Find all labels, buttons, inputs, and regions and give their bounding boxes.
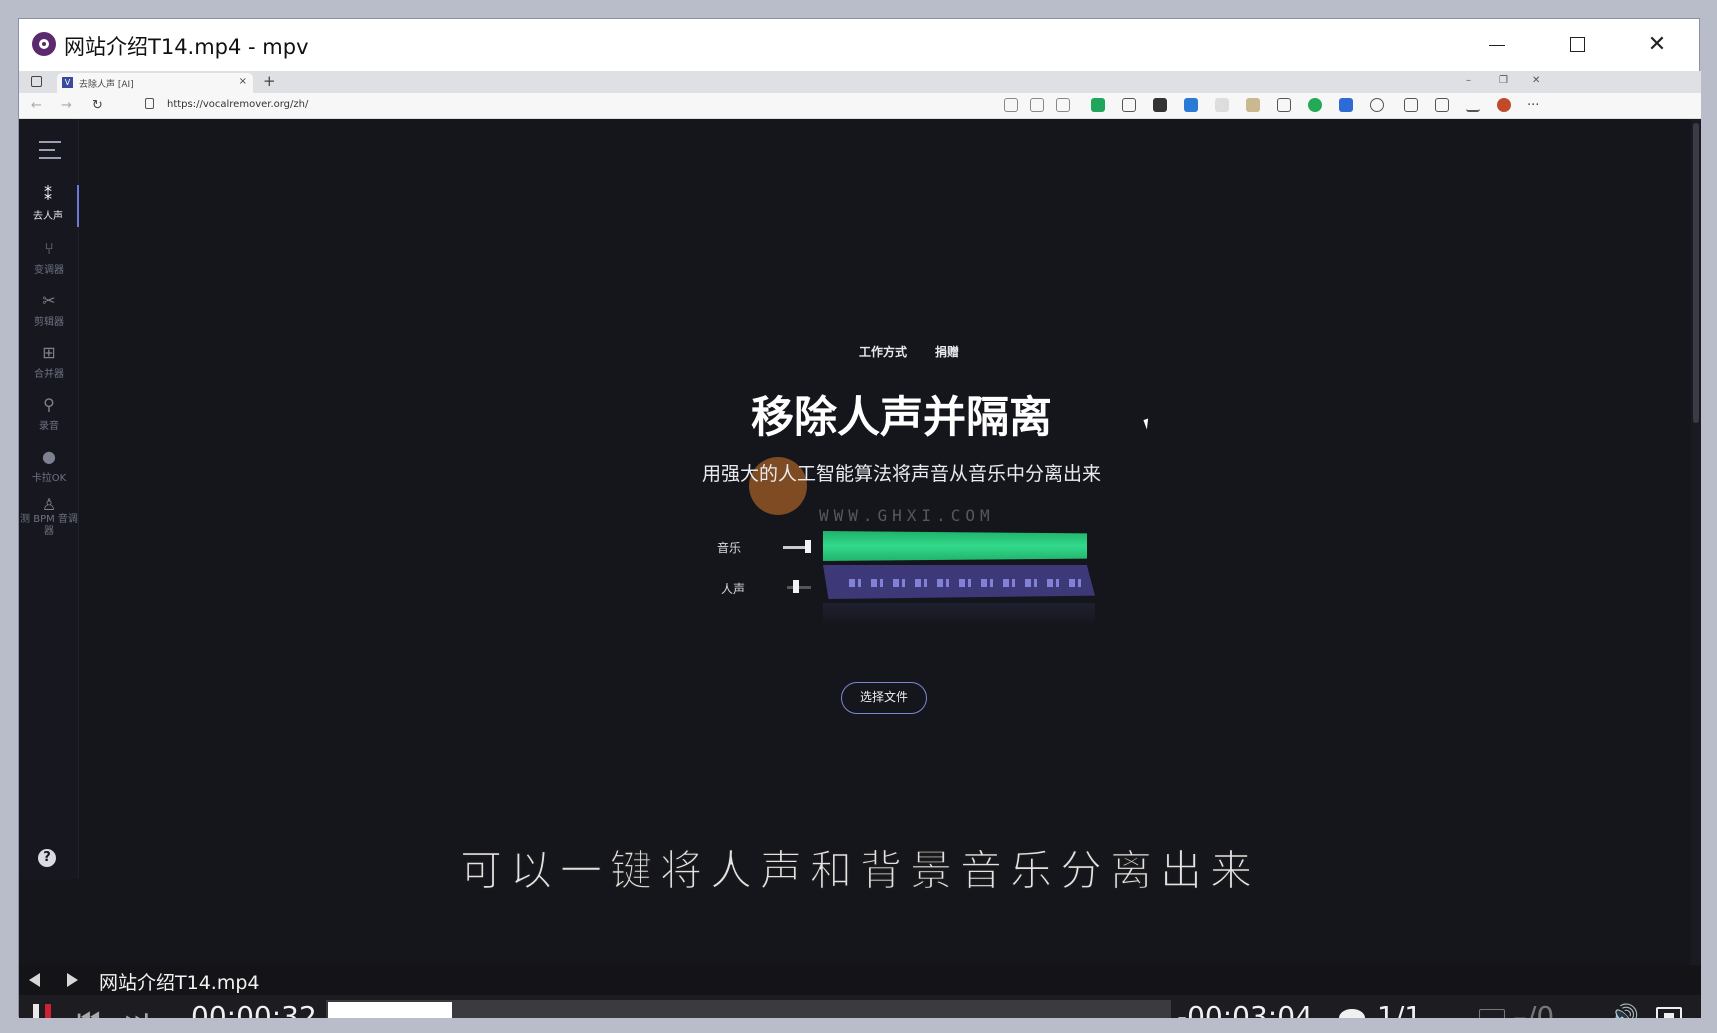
browser-minimize-icon[interactable]: – xyxy=(1466,75,1471,86)
title-bar: 网站介绍T14.mp4 - mpv ✕ xyxy=(19,19,1699,71)
tuning-fork-icon: ⑂ xyxy=(44,239,54,258)
site-favicon-icon: V xyxy=(62,77,73,88)
vocal-volume-slider xyxy=(787,586,811,589)
maximize-button[interactable] xyxy=(1557,27,1597,63)
video-area[interactable]: V 去除人声 [AI] × + – ❐ ✕ ← → ↻ https://voca… xyxy=(19,71,1701,1018)
sidebar-item-label: 去人声 xyxy=(33,211,63,222)
extension-shield-icon[interactable] xyxy=(1091,98,1105,112)
browser-tab-strip: V 去除人声 [AI] × + – ❐ ✕ xyxy=(19,71,1701,93)
browser-restore-icon[interactable]: ❐ xyxy=(1499,75,1508,86)
url-field[interactable]: https://vocalremover.org/zh/ xyxy=(167,99,308,110)
sidebar-item-label: 合并器 xyxy=(34,369,64,380)
vocal-track-label: 人声 xyxy=(721,582,746,596)
player-controls: 网站介绍T14.mp4 ⏮ ⏭ 00:00:32 -00:03:04 1/1 –… xyxy=(19,965,1701,1018)
media-filename: 网站介绍T14.mp4 xyxy=(99,972,260,994)
window-title: 网站介绍T14.mp4 - mpv xyxy=(64,35,309,59)
subtitle-icon[interactable] xyxy=(1479,1009,1505,1018)
playlist-next-icon[interactable] xyxy=(67,973,78,987)
browser-close-icon[interactable]: ✕ xyxy=(1532,75,1540,86)
downloads-icon[interactable] xyxy=(1466,98,1480,112)
music-track-label: 音乐 xyxy=(717,541,742,555)
extension-card-icon[interactable] xyxy=(1246,98,1260,112)
audio-track-icon[interactable] xyxy=(1339,1009,1365,1018)
address-bar-row: ← → ↻ https://vocalremover.org/zh/ ··· xyxy=(19,93,1701,119)
sidebar-item-cutter[interactable]: ✂ 剪辑器 xyxy=(19,291,79,328)
favorites-bar-icon[interactable] xyxy=(1404,98,1418,112)
browser-tab[interactable]: V 去除人声 [AI] × xyxy=(57,73,253,93)
nav-donate[interactable]: 捐赠 xyxy=(935,345,959,359)
seek-bar[interactable] xyxy=(326,1000,1171,1018)
page-subheading: 用强大的人工智能算法将声音从音乐中分离出来 xyxy=(701,463,1101,485)
scissors-icon: ✂ xyxy=(42,291,56,310)
metronome-icon: ♙ xyxy=(41,495,57,514)
video-subtitle: 可以一键将人声和背景音乐分离出来 xyxy=(459,845,1260,896)
vocal-waveform-peaks xyxy=(849,579,1089,587)
osc-control-row: ⏮ ⏭ 00:00:32 -00:03:04 1/1 –/0 🔊 xyxy=(19,995,1701,1018)
menu-icon[interactable] xyxy=(39,141,61,165)
sidebar-item-remove-vocals[interactable]: ⁑ 去人声 xyxy=(19,185,79,227)
minimize-button[interactable] xyxy=(1477,27,1517,63)
volume-icon[interactable]: 🔊 xyxy=(1609,1003,1639,1018)
subtitle-track-count[interactable]: –/0 xyxy=(1513,1000,1554,1018)
playlist-prev-icon[interactable] xyxy=(29,973,40,987)
nav-how-it-works[interactable]: 工作方式 xyxy=(859,345,907,359)
audio-track-count[interactable]: 1/1 xyxy=(1377,1000,1422,1018)
favorite-icon[interactable] xyxy=(1056,98,1070,112)
scroll-thumb[interactable] xyxy=(1693,123,1699,423)
music-waveform xyxy=(823,531,1087,561)
sidebar-item-label: 剪辑器 xyxy=(34,317,64,328)
extension-sync-icon[interactable] xyxy=(1370,98,1384,112)
tab-title: 去除人声 [AI] xyxy=(79,80,134,90)
more-menu-icon[interactable]: ··· xyxy=(1527,98,1539,113)
skip-back-icon[interactable]: ⏮ xyxy=(77,1004,100,1018)
merge-icon: ⊞ xyxy=(42,343,56,362)
page-headline: 移除人声并隔离 xyxy=(751,393,1052,443)
elapsed-time[interactable]: 00:00:32 xyxy=(191,1000,317,1018)
remaining-time[interactable]: -00:03:04 xyxy=(1177,1000,1313,1018)
pause-button[interactable] xyxy=(33,1004,55,1018)
desktop-background: 网站介绍T14.mp4 - mpv ✕ V 去除人声 [AI] × + – ❐ … xyxy=(0,0,1717,1033)
site-sidebar: ⁑ 去人声 ⑂ 变调器 ✂ 剪辑器 ⊞ 合并器 ⚲ 录音 ● 卡拉OK ♙ 测 … xyxy=(19,119,79,879)
sidebar-item-bpm[interactable]: ♙ 测 BPM 音调器 xyxy=(19,495,79,538)
collections-icon[interactable] xyxy=(1435,98,1449,112)
split-icon: ⁑ xyxy=(44,185,52,204)
extension-save-icon[interactable] xyxy=(1339,98,1353,112)
sidebar-item-pitch[interactable]: ⑂ 变调器 xyxy=(19,239,79,276)
refresh-icon[interactable]: ↻ xyxy=(92,98,103,113)
extension-v-icon[interactable] xyxy=(1184,98,1198,112)
forward-icon[interactable]: → xyxy=(61,98,72,113)
mpv-logo-icon xyxy=(32,32,56,56)
music-slider-knob xyxy=(805,540,811,553)
translate-icon[interactable] xyxy=(1030,98,1044,112)
read-aloud-icon[interactable] xyxy=(1004,98,1018,112)
lock-icon xyxy=(145,98,154,109)
top-nav: 工作方式 捐赠 xyxy=(859,343,987,360)
extension-check-icon[interactable] xyxy=(1308,98,1322,112)
extension-pen-icon[interactable] xyxy=(1277,98,1291,112)
new-tab-icon[interactable]: + xyxy=(263,72,276,90)
seek-progress xyxy=(328,1002,452,1018)
close-button[interactable]: ✕ xyxy=(1637,27,1677,63)
profile-avatar[interactable] xyxy=(1497,98,1511,112)
mixer-illustration: 音乐 人声 xyxy=(709,519,1099,629)
extension-store-icon[interactable] xyxy=(1153,98,1167,112)
tab-close-icon[interactable]: × xyxy=(239,76,247,87)
sidebar-item-joiner[interactable]: ⊞ 合并器 xyxy=(19,343,79,380)
sidebar-item-label: 测 BPM 音调器 xyxy=(20,514,78,537)
skip-forward-icon[interactable]: ⏭ xyxy=(125,1004,148,1018)
tab-actions-icon[interactable] xyxy=(31,76,42,87)
back-icon[interactable]: ← xyxy=(31,98,42,113)
choose-file-button[interactable]: 选择文件 xyxy=(841,682,927,714)
mpv-window: 网站介绍T14.mp4 - mpv ✕ V 去除人声 [AI] × + – ❐ … xyxy=(18,18,1701,1018)
waveform-reflection xyxy=(823,603,1095,625)
sidebar-item-label: 变调器 xyxy=(34,265,64,276)
extension-image-icon[interactable] xyxy=(1122,98,1136,112)
osc-title-row: 网站介绍T14.mp4 xyxy=(19,965,1701,995)
vocal-slider-knob xyxy=(793,580,799,593)
extension-cast-icon[interactable] xyxy=(1215,98,1229,112)
fullscreen-icon[interactable] xyxy=(1656,1007,1682,1018)
